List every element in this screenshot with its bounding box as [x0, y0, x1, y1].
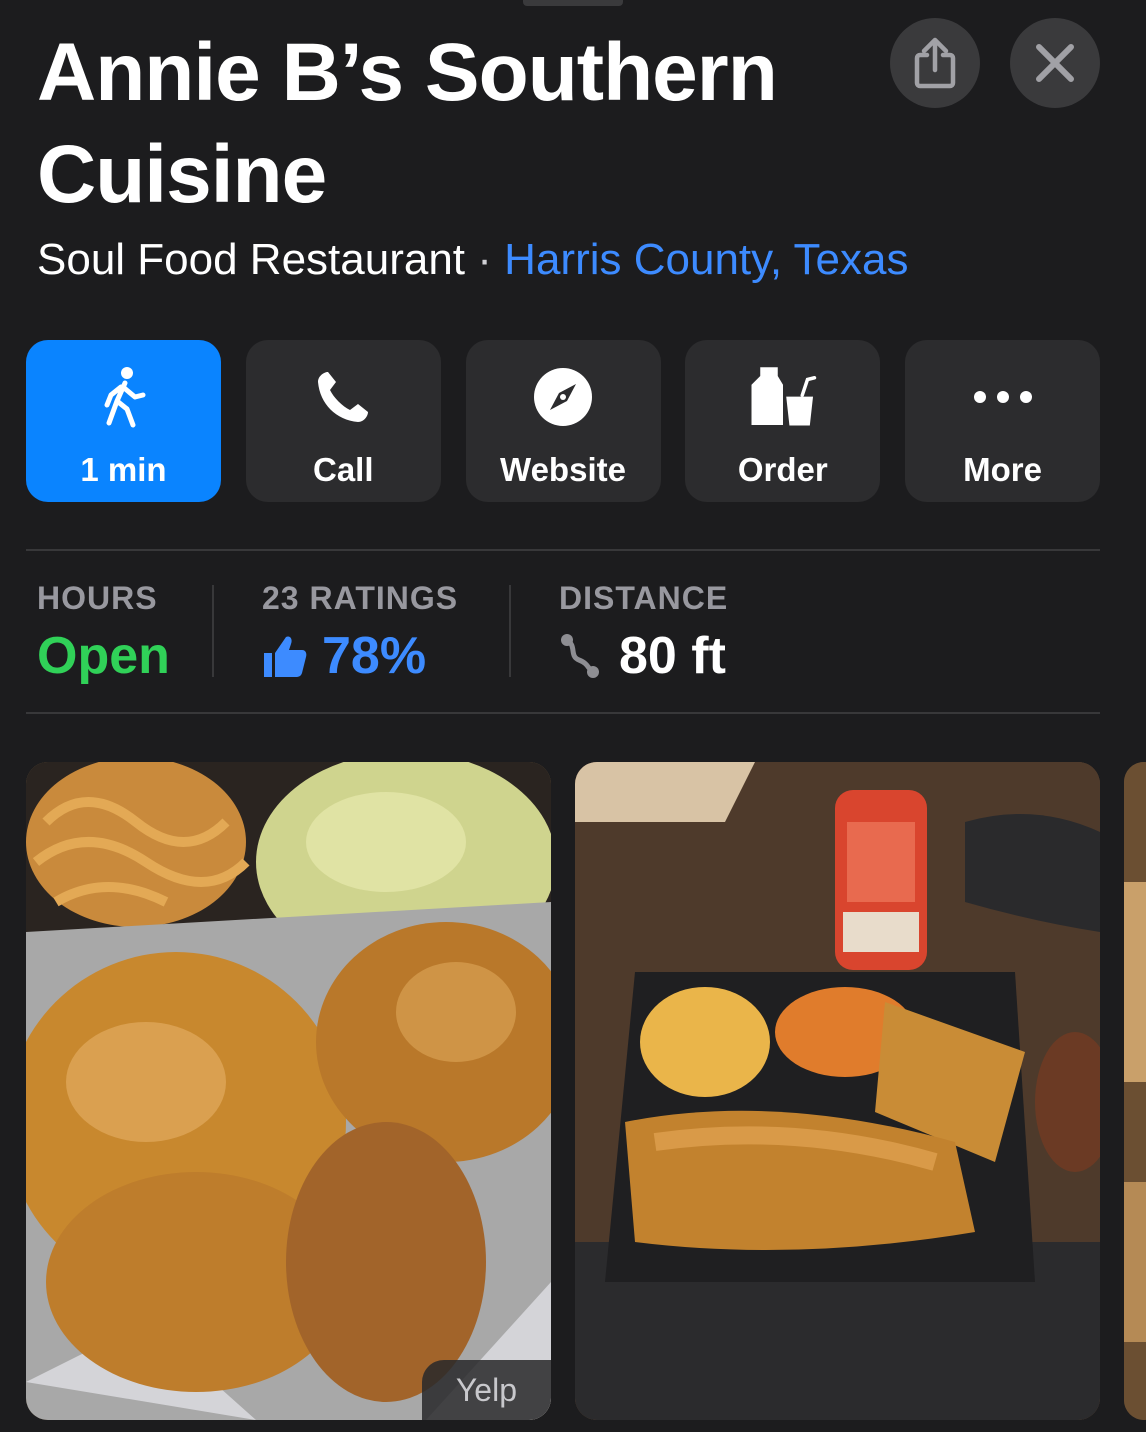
share-button[interactable] [890, 18, 980, 108]
more-label: More [963, 451, 1042, 488]
photo-fried-chicken[interactable]: Yelp [26, 762, 551, 1420]
distance-heading: DISTANCE [559, 580, 729, 616]
stat-separator [212, 585, 214, 677]
hours-stat[interactable]: HOURS Open [37, 580, 170, 688]
directions-label: 1 min [80, 451, 167, 488]
website-button[interactable]: Website [465, 340, 661, 502]
hours-value: Open [37, 627, 170, 685]
sheet-grabber[interactable] [523, 0, 623, 6]
catfish-plate-photo [575, 762, 1100, 1420]
photo-catfish-plate[interactable] [575, 762, 1100, 1420]
divider [26, 549, 1100, 551]
place-title: Annie B’s Southern Cuisine [37, 27, 778, 220]
ratings-value: 78% [322, 627, 427, 685]
ellipsis-icon [968, 362, 1038, 432]
action-buttons-row: 1 min Call Website Order More [26, 340, 1100, 502]
distance-stat: DISTANCE 80 ft [559, 580, 728, 688]
phone-icon [308, 362, 378, 432]
ratings-stat[interactable]: 23 RATINGS 78% [262, 580, 458, 688]
partial-photo [1124, 762, 1146, 1420]
photo-attribution: Yelp [421, 1360, 551, 1420]
hours-heading: HOURS [37, 580, 158, 616]
walking-icon [89, 362, 159, 432]
stats-row: HOURS Open 23 RATINGS 78% DISTANCE 80 ft [26, 580, 1100, 685]
distance-value-row: 80 ft [559, 624, 728, 688]
order-bag-icon [748, 362, 818, 432]
share-icon [914, 37, 956, 89]
ratings-value-row: 78% [262, 624, 458, 688]
call-label: Call [312, 451, 374, 488]
order-button[interactable]: Order [685, 340, 881, 502]
website-label: Website [500, 451, 626, 488]
place-subtitle: Soul Food Restaurant · Harris County, Te… [37, 232, 908, 288]
category-label: Soul Food Restaurant [37, 235, 466, 284]
order-label: Order [737, 451, 828, 488]
call-button[interactable]: Call [245, 340, 441, 502]
divider [26, 712, 1100, 714]
distance-value: 80 ft [619, 627, 726, 685]
close-icon [1036, 44, 1074, 82]
stat-separator [509, 585, 511, 677]
separator-dot: · [477, 235, 492, 284]
directions-button[interactable]: 1 min [26, 340, 221, 502]
route-icon [561, 634, 599, 678]
thumbs-up-icon [264, 636, 307, 677]
more-button[interactable]: More [905, 340, 1100, 502]
photo-partial[interactable] [1124, 762, 1146, 1420]
location-link[interactable]: Harris County, Texas [504, 235, 908, 284]
fried-chicken-photo [26, 762, 551, 1420]
compass-icon [528, 362, 598, 432]
close-button[interactable] [1010, 18, 1100, 108]
ratings-heading: 23 RATINGS [262, 580, 459, 616]
